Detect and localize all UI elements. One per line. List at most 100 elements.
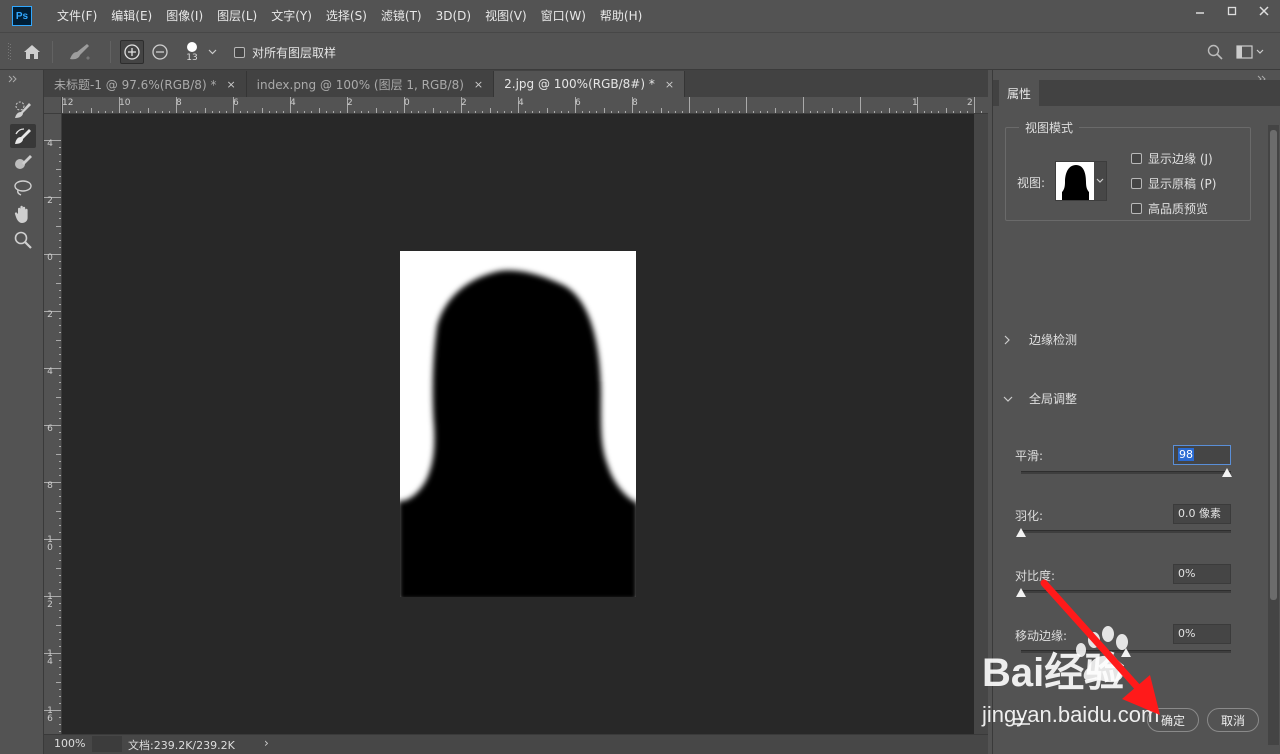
close-window-button[interactable]: [1248, 0, 1280, 22]
hq-preview-checkbox[interactable]: [1131, 203, 1142, 214]
tab-untitled-1[interactable]: 未标题-1 @ 97.6%(RGB/8) * ×: [44, 71, 247, 97]
tab-properties[interactable]: 属性: [999, 80, 1040, 106]
ruler-label: 10: [119, 98, 131, 108]
menu-window[interactable]: 窗口(W): [534, 0, 593, 32]
sample-all-layers[interactable]: 对所有图层取样: [234, 33, 344, 71]
panel-scrollbar-thumb[interactable]: [1270, 130, 1277, 600]
zoom-icon: [14, 231, 32, 249]
show-original-checkbox[interactable]: [1131, 178, 1142, 189]
brush-size-picker[interactable]: 13: [180, 33, 204, 71]
global-refine-section[interactable]: 全局调整: [1003, 390, 1077, 407]
restore-button[interactable]: [1216, 0, 1248, 22]
brush-tip-icon: [187, 42, 197, 52]
smooth-slider-track[interactable]: [1021, 471, 1231, 474]
collapse-tools-icon[interactable]: [8, 72, 18, 83]
tab-close-icon[interactable]: ×: [665, 78, 674, 91]
ruler-label: 12: [62, 98, 74, 108]
show-edge-checkbox[interactable]: [1131, 153, 1142, 164]
cancel-button[interactable]: 取消: [1207, 708, 1259, 732]
smooth-value: 98: [1178, 448, 1194, 461]
brush-size-dropdown[interactable]: [204, 33, 220, 71]
document-image[interactable]: [400, 251, 636, 597]
subtract-from-region-button[interactable]: [148, 33, 172, 71]
menu-bar: Ps 文件(F) 编辑(E) 图像(I) 图层(L) 文字(Y) 选择(S) 滤…: [0, 0, 1280, 32]
smooth-slider-handle[interactable]: [1221, 468, 1232, 477]
tab-close-icon[interactable]: ×: [226, 78, 235, 91]
status-menu-arrow[interactable]: ›: [264, 736, 269, 750]
menu-file[interactable]: 文件(F): [50, 0, 104, 32]
home-icon: [24, 45, 40, 59]
contrast-input[interactable]: 0%: [1173, 564, 1231, 584]
feather-slider-handle[interactable]: [1016, 528, 1026, 537]
ruler-label: 0: [404, 98, 410, 108]
canvas-scrollbar[interactable]: [974, 114, 988, 734]
status-bar: 100% 文档:239.2K/239.2K ›: [44, 734, 988, 754]
menu-help[interactable]: 帮助(H): [593, 0, 649, 32]
ruler-corner: [44, 97, 62, 114]
menu-select[interactable]: 选择(S): [319, 0, 374, 32]
sample-all-layers-checkbox[interactable]: [234, 46, 245, 58]
collapse-panel-icon[interactable]: [1257, 72, 1267, 83]
hq-preview-label: 高品质预览: [1148, 202, 1209, 216]
view-mode-dropdown[interactable]: [1055, 161, 1107, 201]
shift-edge-input[interactable]: 0%: [1173, 624, 1231, 644]
menu-filter[interactable]: 滤镜(T): [374, 0, 429, 32]
tab-2-jpg[interactable]: 2.jpg @ 100%(RGB/8#) * ×: [494, 71, 686, 97]
quick-selection-tool[interactable]: [10, 98, 36, 122]
search-button[interactable]: [1204, 33, 1226, 71]
show-edge-label: 显示边缘 (J): [1148, 152, 1213, 166]
ruler-label: 2: [47, 310, 53, 320]
show-original-option[interactable]: 显示原稿 (P): [1131, 175, 1216, 192]
document-tabs: 未标题-1 @ 97.6%(RGB/8) * × index.png @ 100…: [44, 70, 988, 97]
chevron-down-icon: [208, 49, 216, 55]
ruler-label: 6: [233, 98, 239, 108]
zoom-level[interactable]: 100%: [54, 737, 85, 750]
options-grip: [6, 33, 14, 71]
menu-type[interactable]: 文字(Y): [264, 0, 319, 32]
ruler-label: 8: [47, 481, 53, 491]
feather-slider-track[interactable]: [1021, 530, 1231, 533]
edge-detection-section[interactable]: 边缘检测: [1003, 331, 1077, 348]
tab-close-icon[interactable]: ×: [474, 78, 483, 91]
window-controls: [1184, 0, 1280, 24]
refine-edge-brush-tool[interactable]: [10, 124, 36, 148]
workspace-icon: [1236, 45, 1264, 59]
menu-3d[interactable]: 3D(D): [429, 0, 478, 32]
ruler-label: 8: [632, 98, 638, 108]
options-bar: 13 对所有图层取样: [0, 32, 1280, 70]
ruler-label: 6: [575, 98, 581, 108]
menu-view[interactable]: 视图(V): [478, 0, 534, 32]
hq-preview-option[interactable]: 高品质预览: [1131, 200, 1208, 217]
view-preview-thumbnail: [1056, 162, 1094, 200]
ruler-label: 2: [461, 98, 467, 108]
menu-layer[interactable]: 图层(L): [210, 0, 264, 32]
brush-size-value: 13: [186, 53, 198, 63]
global-refine-label: 全局调整: [1029, 392, 1078, 406]
chevron-right-icon: [1004, 335, 1010, 344]
dropdown-chevron: [1094, 162, 1106, 200]
add-to-region-button[interactable]: [120, 40, 144, 64]
tab-index-png[interactable]: index.png @ 100% (图层 1, RGB/8) ×: [246, 71, 495, 97]
minimize-button[interactable]: [1184, 0, 1216, 22]
ruler-label: 8: [176, 98, 182, 108]
feather-input[interactable]: 0.0 像素: [1173, 504, 1231, 524]
hand-tool[interactable]: [10, 202, 36, 226]
workspace-switcher[interactable]: [1234, 33, 1268, 71]
ruler-label: 4: [290, 98, 296, 108]
ruler-label: 4: [47, 139, 53, 149]
zoom-tool[interactable]: [10, 228, 36, 252]
restore-icon: [1227, 6, 1237, 16]
brush-tool[interactable]: [10, 150, 36, 174]
tool-preset-picker[interactable]: [60, 33, 100, 71]
tab-label: 2.jpg @ 100%(RGB/8#) *: [504, 77, 655, 91]
home-button[interactable]: [20, 33, 44, 71]
ruler-label: 0: [47, 253, 53, 263]
contrast-slider-handle[interactable]: [1016, 588, 1026, 597]
menu-image[interactable]: 图像(I): [159, 0, 210, 32]
show-original-label: 显示原稿 (P): [1148, 177, 1217, 191]
show-edge-option[interactable]: 显示边缘 (J): [1131, 150, 1213, 167]
ruler-label: 1 0: [47, 535, 53, 553]
smooth-input[interactable]: 98: [1173, 445, 1231, 465]
menu-edit[interactable]: 编辑(E): [104, 0, 159, 32]
lasso-tool[interactable]: [10, 176, 36, 200]
